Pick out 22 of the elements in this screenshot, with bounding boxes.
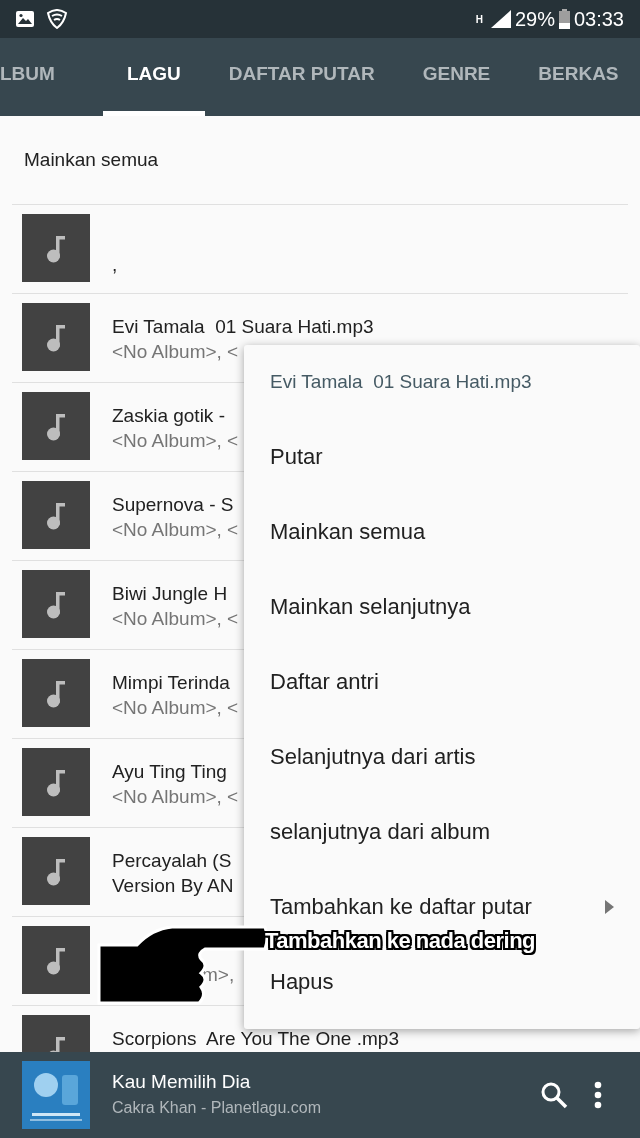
annotation-label: Tambahkan ke nada dering	[265, 927, 535, 957]
song-title: ,	[112, 253, 118, 277]
song-title: Percayalah (S	[112, 849, 233, 873]
song-subtitle: <No Album>, <	[112, 607, 239, 631]
song-title: Biwi Jungle H	[112, 582, 229, 606]
clock: 03:33	[573, 7, 624, 32]
song-subtitle: <No Album>, <	[112, 696, 239, 720]
song-subtitle: <No Album>, <	[112, 518, 239, 542]
song-title: Scorpions Are You The One .mp3	[112, 1027, 399, 1051]
song-title: Zaskia gotik -	[112, 404, 226, 428]
song-title: Mimpi Terinda	[112, 671, 231, 695]
now-playing-title: Kau Memilih Dia	[112, 1070, 252, 1094]
song-subtitle: <No Album>, <	[112, 429, 239, 453]
song-title: Supernova - S	[112, 493, 235, 517]
battery-percent: 29%	[514, 7, 555, 32]
now-playing-artist: Cakra Khan - Planetlagu.com	[112, 1098, 322, 1118]
song-title: Ayu Ting Ting	[112, 760, 228, 784]
song-subtitle: <No Album>, <	[112, 340, 240, 364]
song-title: Evi Tamala 01 Suara Hati.mp3	[112, 315, 374, 339]
network-type: H	[475, 12, 483, 27]
song-subtitle: <No Album>, <	[112, 785, 239, 809]
song-title: Version By AN	[112, 874, 234, 898]
